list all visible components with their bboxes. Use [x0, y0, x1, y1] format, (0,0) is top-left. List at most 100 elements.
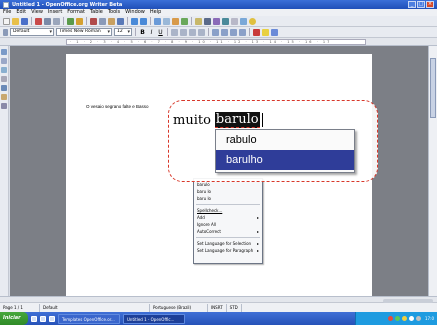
- paragraph-style-select[interactable]: Default: [10, 28, 54, 36]
- scrollbar-thumb[interactable]: [430, 58, 436, 118]
- table-icon[interactable]: [163, 17, 170, 25]
- volume-icon[interactable]: [416, 316, 422, 321]
- data-sources-icon[interactable]: [222, 17, 229, 25]
- suggestion-item[interactable]: barulo: [194, 181, 262, 188]
- zoomed-suggestion-menu: rabulo barulho: [215, 129, 355, 173]
- justify-icon[interactable]: [198, 28, 205, 36]
- undo-icon[interactable]: [131, 17, 138, 25]
- save-icon[interactable]: [21, 17, 28, 25]
- minimize-button[interactable]: _: [408, 1, 416, 8]
- print-icon[interactable]: [44, 17, 51, 25]
- menu-view[interactable]: View: [31, 9, 43, 16]
- underline-button[interactable]: U: [157, 29, 164, 36]
- redo-icon[interactable]: [140, 17, 147, 25]
- menu-window[interactable]: Window: [125, 9, 145, 16]
- chart-icon[interactable]: [172, 17, 179, 25]
- help-icon[interactable]: [249, 17, 256, 25]
- align-center-icon[interactable]: [180, 28, 187, 36]
- show-draw-functions-icon[interactable]: [1, 85, 7, 91]
- add-menu-item[interactable]: Add: [194, 214, 262, 221]
- taskbar-item-templates[interactable]: Templates OpenOffice.or...: [58, 313, 120, 324]
- bullets-icon[interactable]: [221, 28, 228, 36]
- paste-icon[interactable]: [108, 17, 115, 25]
- increase-indent-icon[interactable]: [239, 28, 246, 36]
- tray-icon[interactable]: [395, 316, 401, 321]
- italic-button[interactable]: I: [148, 29, 155, 36]
- edit-autotext-icon[interactable]: [1, 76, 7, 82]
- form-icon[interactable]: [1, 67, 7, 73]
- cut-icon[interactable]: [90, 17, 97, 25]
- format-paintbrush-icon[interactable]: [117, 17, 124, 25]
- zoom-icon[interactable]: [240, 17, 247, 25]
- page-style-indicator: Default: [40, 304, 150, 312]
- toolbar-separator: [249, 28, 250, 36]
- vertical-scrollbar[interactable]: [428, 46, 437, 296]
- language-paragraph-menu-item[interactable]: Set Language for Paragraph: [194, 247, 262, 254]
- nonprinting-characters-icon[interactable]: [231, 17, 238, 25]
- open-folder-icon[interactable]: [12, 17, 19, 25]
- decrease-indent-icon[interactable]: [230, 28, 237, 36]
- formatting-toolbar: Default Times New Roman 12 B I U: [0, 27, 437, 38]
- online-spelling-icon[interactable]: [1, 94, 7, 100]
- background-color-icon[interactable]: [271, 28, 278, 36]
- align-left-icon[interactable]: [171, 28, 178, 36]
- autocorrect-menu-item[interactable]: AutoCorrect: [194, 228, 262, 235]
- ignore-all-menu-item[interactable]: Ignore All: [194, 221, 262, 228]
- maximize-button[interactable]: □: [417, 1, 425, 8]
- selection-mode-indicator[interactable]: STD: [227, 304, 242, 312]
- find-replace-icon[interactable]: [195, 17, 202, 25]
- document-text: O vesaio segrano falte e Basso: [86, 104, 149, 109]
- menu-table[interactable]: Table: [90, 9, 103, 16]
- menu-tools[interactable]: Tools: [108, 9, 120, 16]
- menu-format[interactable]: Format: [67, 9, 85, 16]
- autospellcheck-icon[interactable]: [76, 17, 83, 25]
- quicklaunch-icon[interactable]: [40, 315, 46, 322]
- align-right-icon[interactable]: [189, 28, 196, 36]
- spellcheck-menu-item[interactable]: Spellcheck...: [194, 207, 262, 214]
- numbering-icon[interactable]: [212, 28, 219, 36]
- navigator-icon[interactable]: [204, 17, 211, 25]
- copy-icon[interactable]: [99, 17, 106, 25]
- zoomed-suggestion-item[interactable]: rabulo: [216, 130, 354, 150]
- tray-icon[interactable]: [388, 316, 394, 321]
- hyperlink-icon[interactable]: [154, 17, 161, 25]
- print-preview-icon[interactable]: [53, 17, 60, 25]
- title-bar: Untitled 1 - OpenOffice.org Writer Beta …: [0, 0, 437, 9]
- export-pdf-icon[interactable]: [35, 17, 42, 25]
- font-name-select[interactable]: Times New Roman: [56, 28, 112, 36]
- insert-icon[interactable]: [1, 49, 7, 55]
- menu-file[interactable]: File: [3, 9, 11, 16]
- draw-functions-icon[interactable]: [181, 17, 188, 25]
- insert-mode-indicator[interactable]: INSRT: [208, 304, 227, 312]
- menu-edit[interactable]: Edit: [16, 9, 26, 16]
- horizontal-ruler[interactable]: · 1 · 2 · 3 · 4 · 5 · 6 · 7 · 8 · 9 · 10…: [0, 38, 437, 46]
- misspelled-word[interactable]: barulo: [214, 112, 260, 128]
- tray-icon[interactable]: [402, 316, 408, 321]
- insert-fields-icon[interactable]: [1, 58, 7, 64]
- font-color-icon[interactable]: [253, 28, 260, 36]
- new-document-icon[interactable]: [3, 17, 10, 25]
- toolbar-separator: [135, 28, 136, 36]
- find-icon[interactable]: [1, 103, 7, 109]
- page-indicator: Page 1 / 1: [0, 304, 40, 312]
- close-button[interactable]: ×: [426, 1, 434, 8]
- tray-icon[interactable]: [409, 316, 415, 321]
- start-button[interactable]: Iniciar: [0, 312, 28, 325]
- suggestion-item[interactable]: baru lo: [194, 188, 262, 195]
- quicklaunch-icon[interactable]: [49, 315, 55, 322]
- font-size-select[interactable]: 12: [114, 28, 132, 36]
- menu-insert[interactable]: Insert: [48, 9, 62, 16]
- styles-icon[interactable]: [3, 28, 8, 36]
- spellcheck-icon[interactable]: [67, 17, 74, 25]
- menu-help[interactable]: Help: [150, 9, 161, 16]
- bold-button[interactable]: B: [139, 29, 146, 36]
- language-selection-menu-item[interactable]: Set Language for Selection: [194, 240, 262, 247]
- zoom-slider[interactable]: [383, 299, 433, 303]
- suggestion-item[interactable]: baru lo: [194, 195, 262, 202]
- quicklaunch-icon[interactable]: [31, 315, 37, 322]
- taskbar-item-writer[interactable]: Untitled 1 - OpenOffic...: [123, 313, 185, 324]
- zoomed-suggestion-item-selected[interactable]: barulho: [216, 150, 354, 170]
- highlighting-icon[interactable]: [262, 28, 269, 36]
- gallery-icon[interactable]: [213, 17, 220, 25]
- horizontal-scrollbar[interactable]: [0, 297, 437, 303]
